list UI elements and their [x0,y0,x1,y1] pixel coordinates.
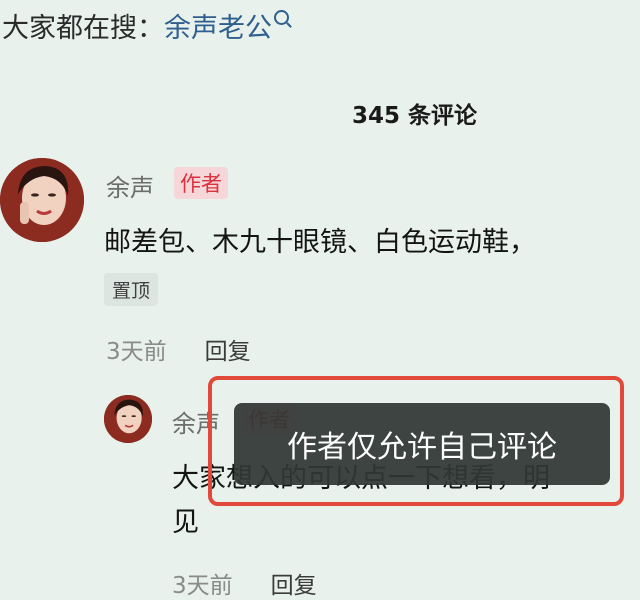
comment-count: 345 条评论 [352,103,478,129]
avatar[interactable] [104,395,152,443]
toast-message: 作者仅允许自己评论 [234,403,610,485]
author-badge: 作者 [174,167,228,199]
comment-time: 3天前 [106,339,167,365]
search-hint-prefix: 大家都在搜： [2,13,164,44]
search-icon [274,10,289,25]
reply-button[interactable]: 回复 [271,573,317,599]
comment-meta: 3天前 回复 [106,332,251,366]
avatar[interactable] [0,158,84,242]
comment-meta: 3天前 回复 [172,566,317,600]
reply-button[interactable]: 回复 [205,339,251,365]
search-suggestion[interactable]: 大家都在搜：余声老公 [2,6,289,45]
pinned-badge: 置顶 [104,273,159,306]
comment-text-line2: 见 [172,507,199,538]
comment-time: 3天前 [172,573,233,599]
search-hint-keyword[interactable]: 余声老公 [164,13,272,44]
comment-username[interactable]: 余声 [106,168,154,203]
comment-text: 邮差包、木九十眼镜、白色运动鞋， [104,227,536,258]
